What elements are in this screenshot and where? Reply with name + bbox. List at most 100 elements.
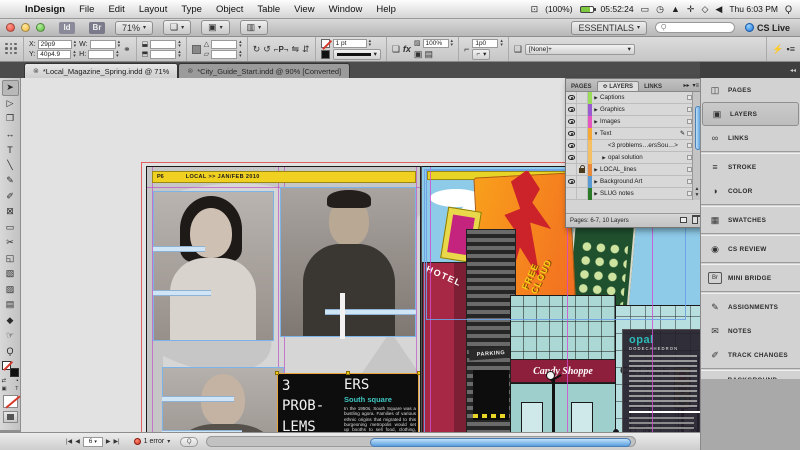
width-field[interactable]: [90, 40, 116, 49]
rotate-cw-button[interactable]: ↻: [253, 44, 261, 55]
first-page-button[interactable]: |◀: [66, 438, 72, 445]
zoom-level-dropdown[interactable]: 71%▾: [115, 21, 153, 35]
object-effects-icon[interactable]: ❏: [392, 44, 400, 55]
tab-pages[interactable]: PAGES: [566, 83, 597, 91]
fx-icon[interactable]: fx: [403, 44, 411, 54]
close-tab-icon[interactable]: ⊗: [33, 67, 39, 75]
constrain-proportions-icon[interactable]: ⚭: [123, 44, 131, 55]
line-tool[interactable]: ╲: [2, 158, 19, 174]
corner-radius-field[interactable]: 1p0: [472, 39, 498, 48]
scale-y-field[interactable]: [150, 50, 176, 59]
tab-local-magazine[interactable]: ⊗ *Local_Magazine_Spring.indd @ 71%: [24, 63, 178, 78]
layer-row[interactable]: ▶opal solution: [566, 152, 694, 164]
dock-item-mini-bridge[interactable]: BrMINI BRIDGE: [701, 266, 800, 290]
y-position-field[interactable]: 40p4.9: [37, 50, 71, 59]
layer-name[interactable]: Background Art: [600, 178, 687, 185]
new-layer-button[interactable]: [680, 217, 687, 223]
opacity-field[interactable]: 100%: [423, 39, 449, 48]
frame-handle[interactable]: [346, 371, 350, 375]
menu-type[interactable]: Type: [174, 4, 209, 15]
panel-menu-icon[interactable]: ▾≡: [692, 82, 699, 89]
tab-layers[interactable]: ≎ LAYERS: [597, 81, 640, 91]
layer-name[interactable]: SLUG notes: [600, 190, 687, 197]
screen-mode-dropdown[interactable]: ▣▾: [201, 20, 230, 35]
expand-arrow-icon[interactable]: ▶: [600, 155, 608, 161]
drop-shadow-button[interactable]: ▣: [414, 49, 423, 60]
expand-arrow-icon[interactable]: ▶: [592, 95, 600, 101]
menu-object[interactable]: Object: [209, 4, 250, 15]
height-field[interactable]: [88, 50, 114, 59]
layer-name[interactable]: opal solution: [608, 154, 687, 161]
frame-tool[interactable]: ⊠: [2, 204, 19, 220]
page-header-band[interactable]: P6 LOCAL >> JAN/FEB 2010: [152, 171, 416, 183]
type-tool[interactable]: T: [2, 142, 19, 158]
lock-toggle[interactable]: [577, 104, 588, 116]
displays-icon[interactable]: ▭: [641, 4, 650, 15]
photo-frame-woman[interactable]: [153, 191, 274, 341]
next-page-button[interactable]: ▶: [106, 438, 111, 445]
menu-help[interactable]: Help: [369, 4, 403, 15]
time-machine-icon[interactable]: ◷: [656, 4, 664, 15]
article-text-frame[interactable]: 3 PROB- LEMS X FOR 3 DE- SIGN- ERS South…: [277, 373, 419, 432]
reference-point-proxy[interactable]: [0, 37, 24, 61]
stroke-swatch[interactable]: [321, 50, 330, 59]
dock-item-assignments[interactable]: ✎ASSIGNMENTS: [701, 295, 800, 319]
volume-icon[interactable]: ◀: [715, 4, 722, 15]
spotlight-icon[interactable]: Ϙ: [785, 4, 792, 14]
menu-edit[interactable]: Edit: [101, 4, 131, 15]
menu-file[interactable]: File: [72, 4, 101, 15]
view-mode-button[interactable]: [3, 411, 18, 423]
lock-toggle[interactable]: [577, 140, 588, 152]
lock-toggle[interactable]: [577, 164, 588, 176]
lock-toggle[interactable]: [577, 92, 588, 104]
dock-item-links[interactable]: ∞LINKS: [701, 126, 800, 150]
dock-item-swatches[interactable]: ▦SWATCHES: [701, 208, 800, 232]
direct-selection-tool[interactable]: ▷: [2, 96, 19, 112]
scissors-tool[interactable]: ✂: [2, 235, 19, 251]
rectangle-tool[interactable]: ▭: [2, 220, 19, 236]
preflight-menu-icon[interactable]: ▾: [167, 438, 170, 445]
visibility-toggle[interactable]: [566, 188, 577, 200]
menu-clock[interactable]: Thu 6:03 PM: [729, 4, 778, 14]
eject-icon[interactable]: ▲: [671, 4, 680, 14]
layer-name[interactable]: <3 problems…ersSou…>: [608, 142, 687, 149]
menu-indesign[interactable]: InDesign: [18, 4, 72, 15]
dock-item-notes[interactable]: ✉NOTES: [701, 319, 800, 343]
flip-horizontal-button[interactable]: ⇋: [291, 44, 299, 55]
layer-name[interactable]: Captions: [600, 94, 687, 101]
layer-name[interactable]: LOCAL_lines: [600, 166, 687, 173]
layer-row[interactable]: <3 problems…ersSou…>: [566, 140, 694, 152]
free-transform-tool[interactable]: ◱: [2, 251, 19, 267]
expand-arrow-icon[interactable]: ▶: [592, 179, 600, 185]
minimize-window-button[interactable]: [21, 23, 30, 32]
menu-table[interactable]: Table: [250, 4, 287, 15]
delete-layer-button[interactable]: [692, 217, 698, 224]
zoom-tool[interactable]: Ϙ: [2, 344, 19, 360]
lock-toggle[interactable]: [577, 152, 588, 164]
quick-apply-icon[interactable]: ⚡: [772, 44, 783, 55]
hand-tool[interactable]: ☞: [2, 328, 19, 344]
search-input[interactable]: Ϙ: [655, 22, 735, 33]
eyedropper-tool[interactable]: ◆: [2, 313, 19, 329]
control-panel-menu-icon[interactable]: ▪≡: [787, 44, 795, 54]
page-tool[interactable]: ❐: [2, 111, 19, 127]
layer-name[interactable]: Images: [600, 118, 687, 125]
horizontal-scrollbar[interactable]: [206, 436, 636, 447]
dock-item-layers[interactable]: ▣LAYERS: [702, 102, 799, 126]
expand-arrow-icon[interactable]: ▶: [592, 167, 600, 173]
battery-icon[interactable]: [580, 6, 594, 13]
note-tool[interactable]: ▤: [2, 297, 19, 313]
page-left[interactable]: 3 X P6 LOCAL >> JAN/FEB 2010: [146, 166, 421, 432]
preflight-status[interactable]: 1 error ▾: [134, 438, 171, 445]
layer-row[interactable]: ▶Background Art: [566, 176, 694, 188]
lock-toggle[interactable]: [577, 116, 588, 128]
page-number-field[interactable]: 6▾: [83, 437, 103, 447]
visibility-toggle[interactable]: [566, 164, 577, 176]
fill-swatch[interactable]: [321, 39, 330, 48]
pencil-tool[interactable]: ✐: [2, 189, 19, 205]
preflight-search-icon[interactable]: Ϙ: [180, 437, 198, 447]
gradient-tool[interactable]: ▧: [2, 266, 19, 282]
lock-toggle[interactable]: [577, 128, 588, 140]
expand-arrow-icon[interactable]: ▶: [592, 191, 600, 197]
visibility-toggle[interactable]: [566, 104, 577, 116]
